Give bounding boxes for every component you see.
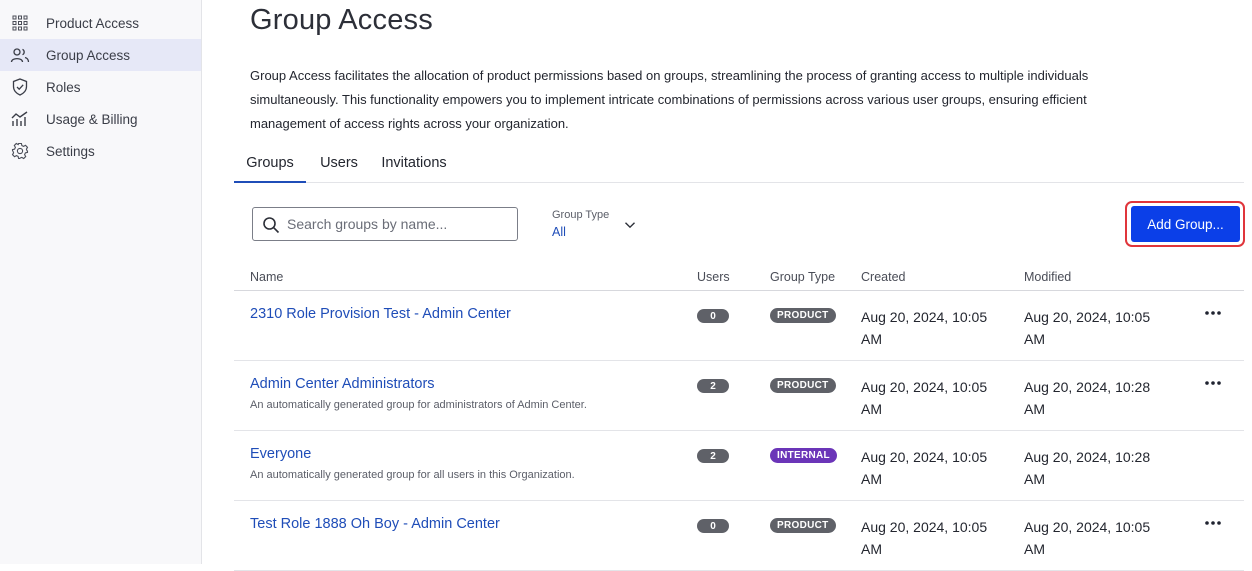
user-count-badge: 2 bbox=[697, 379, 729, 393]
sidebar-item-label: Usage & Billing bbox=[46, 111, 138, 127]
sidebar: Product Access Group Access Roles Usage … bbox=[0, 0, 202, 564]
sidebar-item-group-access[interactable]: Group Access bbox=[0, 39, 201, 71]
page-title: Group Access bbox=[250, 4, 433, 36]
group-type-filter[interactable]: Group Type All bbox=[552, 208, 642, 240]
page-description: Group Access facilitates the allocation … bbox=[250, 68, 1089, 131]
search-icon bbox=[262, 216, 280, 234]
created-date: Aug 20, 2024, 10:05 AM bbox=[861, 519, 988, 557]
shield-icon bbox=[10, 77, 30, 97]
filter-label: Group Type bbox=[552, 209, 610, 221]
group-description: An automatically generated group for adm… bbox=[250, 399, 587, 411]
more-options-icon[interactable] bbox=[1202, 305, 1224, 321]
group-name-link[interactable]: Test Role 1888 Oh Boy - Admin Center bbox=[250, 516, 500, 532]
groups-table: Name Users Group Type Created Modified 2… bbox=[234, 262, 1244, 571]
column-header-modified[interactable]: Modified bbox=[1024, 270, 1071, 284]
sidebar-item-label: Product Access bbox=[46, 15, 140, 31]
modified-date: Aug 20, 2024, 10:28 AM bbox=[1024, 379, 1151, 417]
tab-bar: Groups Users Invitations bbox=[234, 148, 1244, 183]
modified-date: Aug 20, 2024, 10:05 AM bbox=[1024, 519, 1151, 557]
column-header-users[interactable]: Users bbox=[697, 270, 730, 284]
sidebar-item-usage-billing[interactable]: Usage & Billing bbox=[0, 103, 201, 135]
users-icon bbox=[10, 45, 30, 65]
tab-label: Users bbox=[320, 155, 358, 171]
group-description: An automatically generated group for all… bbox=[250, 469, 575, 481]
table-row: Test Role 1888 Oh Boy - Admin Center 0 P… bbox=[234, 501, 1244, 571]
table-row: Everyone An automatically generated grou… bbox=[234, 431, 1244, 501]
column-header-created[interactable]: Created bbox=[861, 270, 905, 284]
created-date: Aug 20, 2024, 10:05 AM bbox=[861, 309, 988, 347]
table-row: 2310 Role Provision Test - Admin Center … bbox=[234, 291, 1244, 361]
created-date: Aug 20, 2024, 10:05 AM bbox=[861, 379, 988, 417]
modified-date: Aug 20, 2024, 10:05 AM bbox=[1024, 309, 1151, 347]
user-count-badge: 0 bbox=[697, 309, 729, 323]
group-name-link[interactable]: Admin Center Administrators bbox=[250, 376, 435, 392]
gear-icon bbox=[10, 141, 30, 161]
add-group-button[interactable]: Add Group... bbox=[1131, 206, 1240, 242]
more-options-icon[interactable] bbox=[1202, 515, 1224, 531]
sidebar-item-label: Settings bbox=[46, 143, 95, 159]
more-options-icon[interactable] bbox=[1202, 375, 1224, 391]
sidebar-item-settings[interactable]: Settings bbox=[0, 135, 201, 167]
column-header-group-type[interactable]: Group Type bbox=[770, 270, 835, 284]
user-count-badge: 2 bbox=[697, 449, 729, 463]
group-type-badge: INTERNAL bbox=[770, 448, 837, 463]
grid-icon bbox=[10, 13, 30, 33]
tab-users[interactable]: Users bbox=[313, 148, 365, 182]
created-date: Aug 20, 2024, 10:05 AM bbox=[861, 449, 988, 487]
main-content: Group Access Group Access facilitates th… bbox=[202, 0, 1252, 571]
search-box bbox=[252, 207, 518, 241]
group-type-badge: PRODUCT bbox=[770, 308, 836, 323]
sidebar-item-product-access[interactable]: Product Access bbox=[0, 7, 201, 39]
group-type-badge: PRODUCT bbox=[770, 378, 836, 393]
chevron-down-icon bbox=[624, 218, 636, 230]
user-count-badge: 0 bbox=[697, 519, 729, 533]
tab-label: Groups bbox=[246, 155, 294, 171]
group-name-link[interactable]: Everyone bbox=[250, 446, 311, 462]
search-input[interactable] bbox=[285, 209, 513, 239]
filter-value: All bbox=[552, 225, 566, 239]
sidebar-item-label: Roles bbox=[46, 79, 81, 95]
tab-groups[interactable]: Groups bbox=[234, 148, 306, 183]
chart-icon bbox=[10, 109, 30, 129]
column-header-name[interactable]: Name bbox=[250, 270, 283, 284]
sidebar-item-roles[interactable]: Roles bbox=[0, 71, 201, 103]
group-type-badge: PRODUCT bbox=[770, 518, 836, 533]
table-header: Name Users Group Type Created Modified bbox=[234, 262, 1244, 291]
table-row: Admin Center Administrators An automatic… bbox=[234, 361, 1244, 431]
group-name-link[interactable]: 2310 Role Provision Test - Admin Center bbox=[250, 306, 511, 322]
sidebar-item-label: Group Access bbox=[46, 47, 131, 63]
tab-label: Invitations bbox=[381, 155, 447, 171]
modified-date: Aug 20, 2024, 10:28 AM bbox=[1024, 449, 1151, 487]
tab-invitations[interactable]: Invitations bbox=[374, 148, 454, 182]
